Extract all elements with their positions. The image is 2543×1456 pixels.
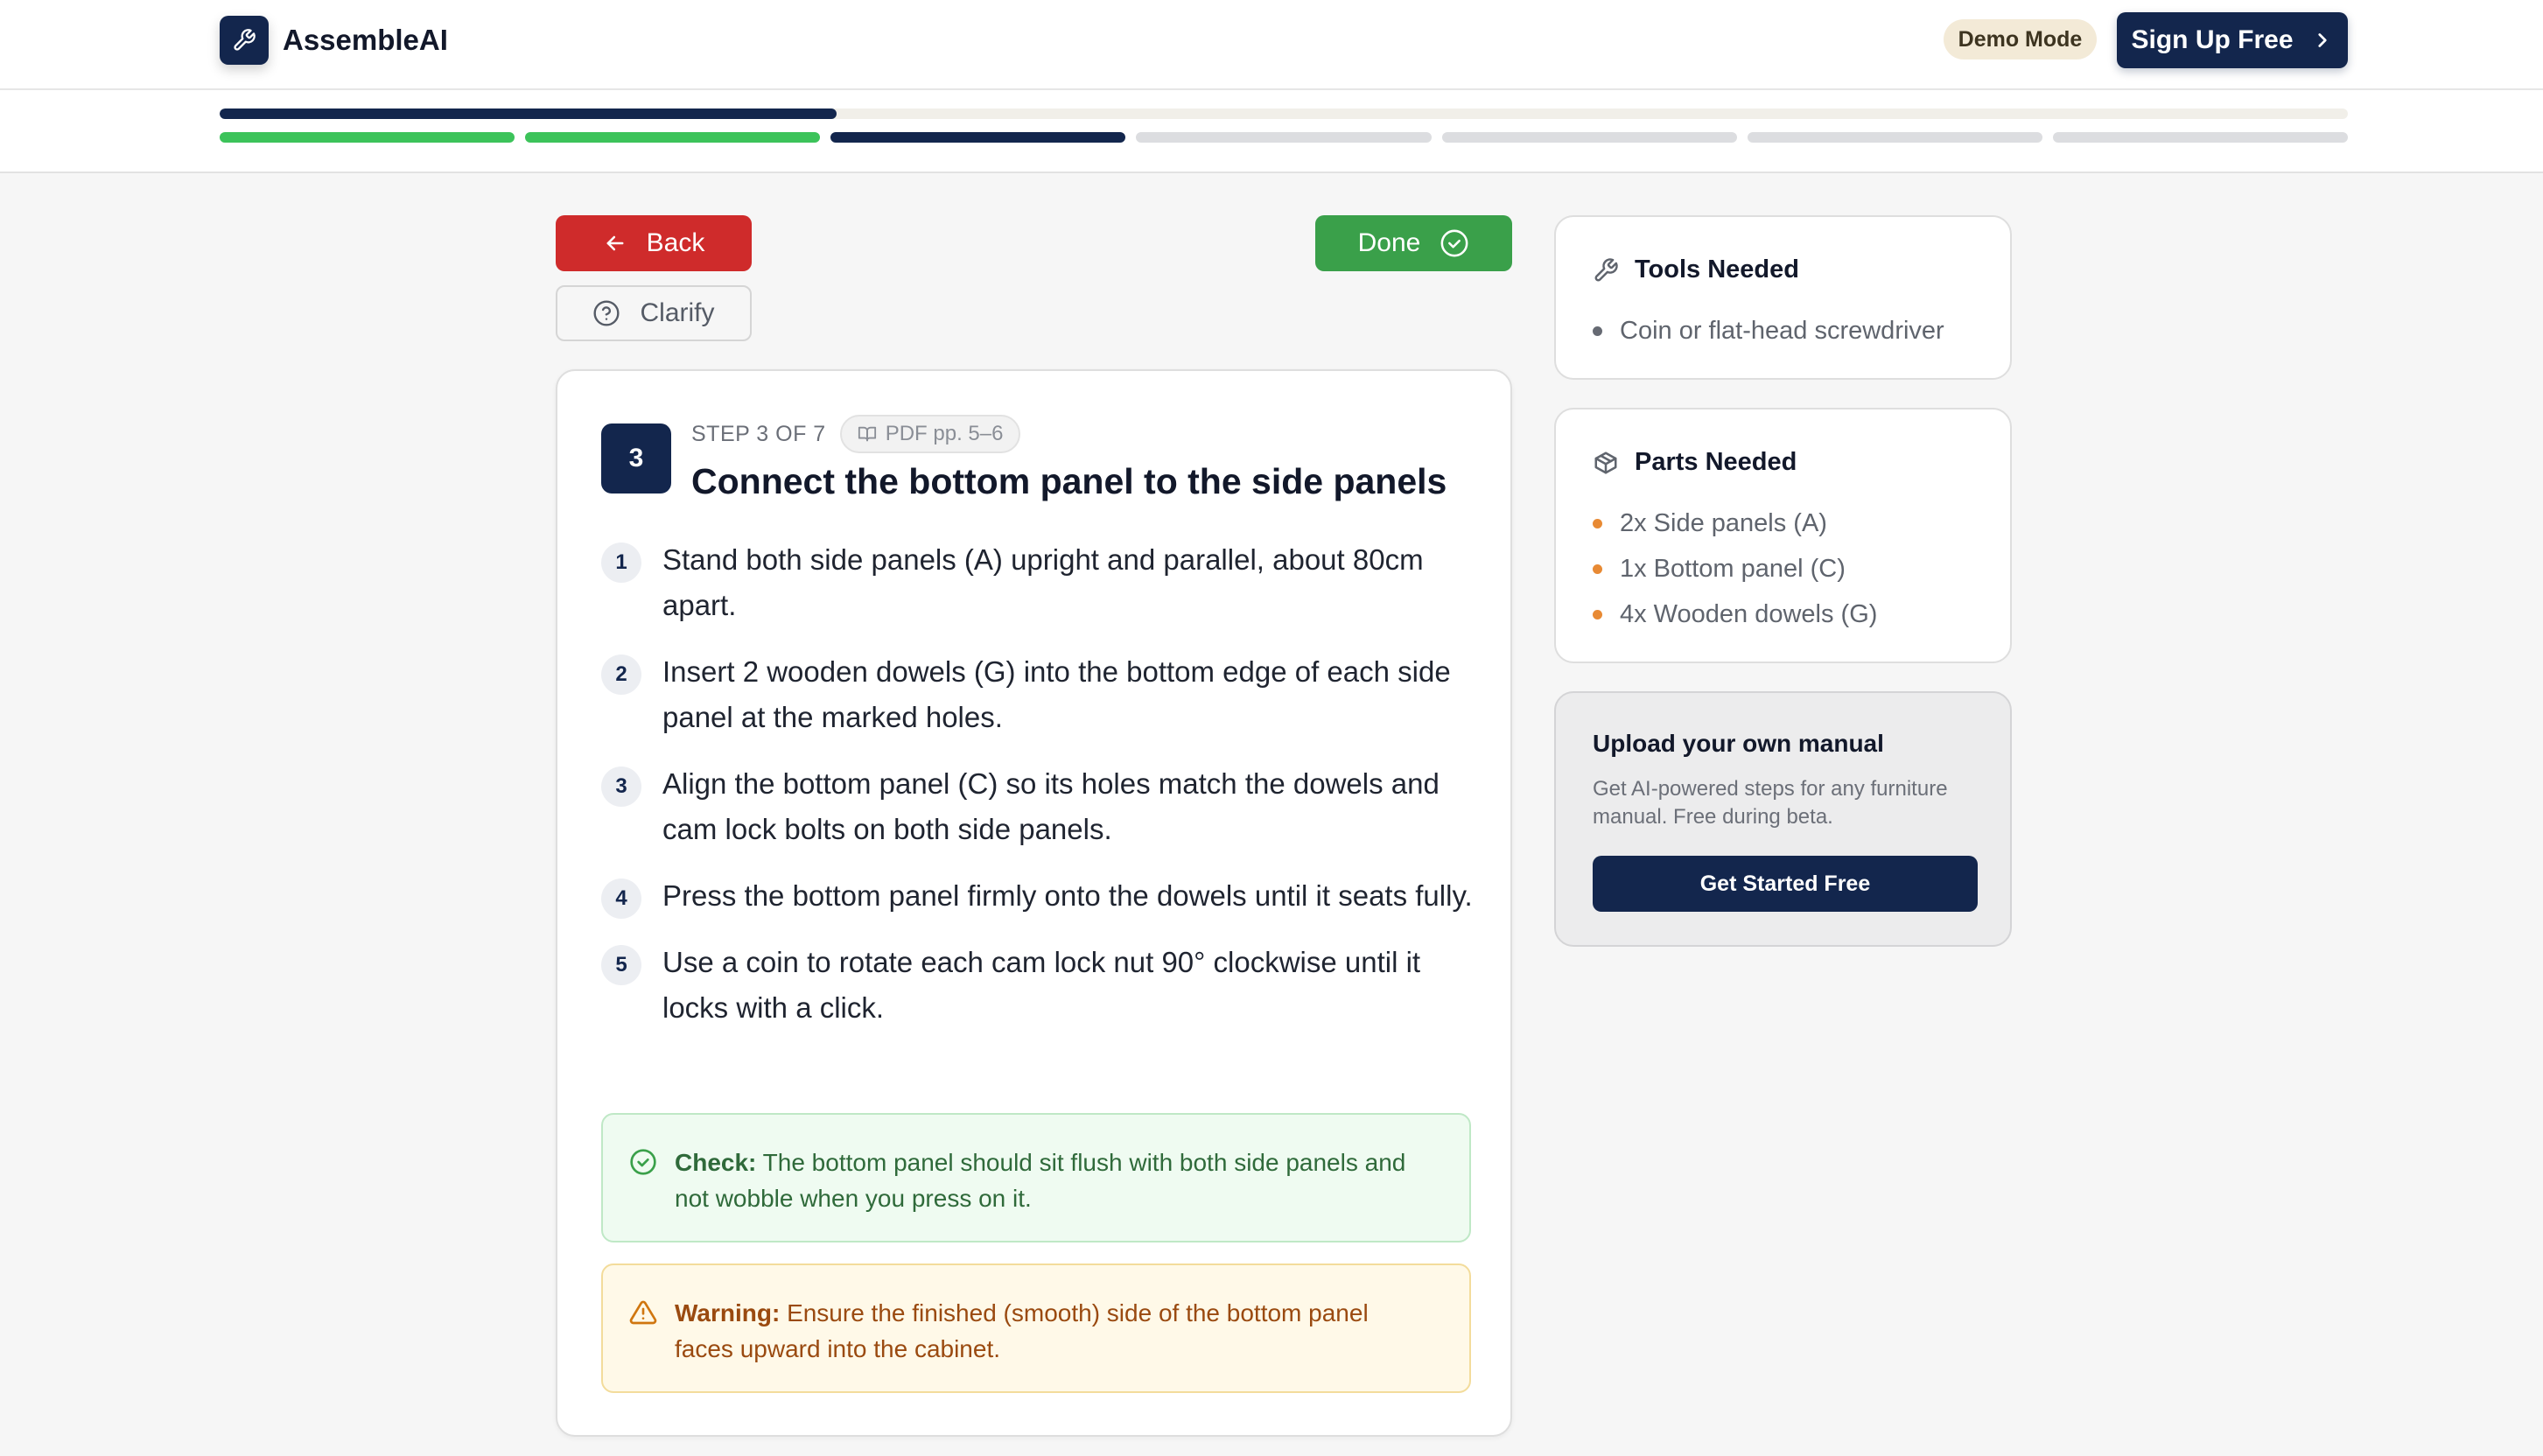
clarify-label: Clarify [640,298,715,327]
step-card: 3 STEP 3 OF 7 PDF pp. 5–6 Connect the bo… [556,369,1512,1437]
tools-heading: Tools Needed [1593,256,1799,284]
step-meta: STEP 3 OF 7 PDF pp. 5–6 [691,415,1021,453]
bullet-dot-icon [1593,609,1602,620]
warning-callout: Warning: Ensure the finished (smooth) si… [601,1264,1471,1393]
alert-triangle-icon [629,1300,657,1325]
wrench-icon [1594,257,1618,281]
book-open-icon [858,426,876,442]
check-circle-icon [630,1149,656,1175]
step-segment-7[interactable] [2052,132,2348,143]
step-segment-1[interactable] [220,132,515,143]
parts-item-label: 2x Side panels (A) [1620,508,1827,537]
parts-list: 2x Side panels (A) 1x Bottom panel (C) 4x … [1593,500,1877,637]
check-label: Check: [675,1149,757,1176]
step-segment-5[interactable] [1441,132,1737,143]
back-label: Back [646,228,705,257]
bullet-dot-icon [1593,518,1602,528]
instruction-item: 1 Stand both side panels (A) upright and … [601,537,1476,628]
top-header: AssembleAI Demo Mode Sign Up Free [0,0,2543,173]
step-label: STEP 3 OF 7 [691,421,826,446]
parts-list-item: 4x Wooden dowels (G) [1593,592,1877,637]
instruction-item: 3 Align the bottom panel (C) so its holes… [601,761,1476,852]
wrench-icon [234,29,256,51]
back-button[interactable]: Back [556,215,752,271]
parts-item-label: 4x Wooden dowels (G) [1620,599,1878,628]
header-divider [0,88,2543,90]
parts-needed-card: Parts Needed 2x Side panels (A) 1x Bottom… [1554,408,2012,663]
step-number-badge: 3 [601,424,671,494]
arrow-left-icon [606,235,624,251]
pdf-reference-label: PDF pp. 5–6 [885,422,1004,445]
check-circle-icon [1440,229,1468,257]
done-button[interactable]: Done [1315,215,1512,271]
help-circle-icon [593,300,620,326]
demo-mode-badge: Demo Mode [1944,19,2097,60]
step-progress-segments [220,132,2348,143]
instruction-number: 5 [601,945,641,985]
instruction-number: 3 [601,766,641,807]
instruction-number: 4 [601,878,641,919]
parts-title: Parts Needed [1635,448,1797,476]
instruction-number: 1 [601,542,641,583]
upload-description: Get AI-powered steps for any furniture m… [1593,777,1948,829]
upload-title: Upload your own manual [1593,730,1884,757]
parts-list-item: 2x Side panels (A) [1593,500,1877,546]
parts-heading: Parts Needed [1593,448,1797,477]
bullet-dot-icon [1593,564,1602,574]
tools-title: Tools Needed [1635,256,1799,284]
instruction-text: Stand both side panels (A) upright and p… [662,543,1424,621]
instruction-text: Press the bottom panel firmly onto the d… [662,879,1473,912]
step-segment-2[interactable] [525,132,821,143]
tools-item-label: Coin or flat-head screwdriver [1620,316,1944,345]
step-segment-4[interactable] [1136,132,1432,143]
pdf-reference-chip[interactable]: PDF pp. 5–6 [839,415,1021,453]
instruction-item: 5 Use a coin to rotate each cam lock nut … [601,940,1476,1031]
instruction-text: Insert 2 wooden dowels (G) into the bott… [662,655,1451,733]
instruction-text: Align the bottom panel (C) so its holes … [662,767,1440,845]
tools-list-item: Coin or flat-head screwdriver [1593,308,1944,354]
chevron-right-icon [2317,33,2327,47]
instruction-item: 2 Insert 2 wooden dowels (G) into the bot… [601,649,1476,740]
instruction-number: 2 [601,654,641,695]
done-label: Done [1357,228,1421,257]
clarify-button[interactable]: Clarify [556,285,752,341]
sign-up-button[interactable]: Sign Up Free [2117,12,2348,68]
package-icon [1594,452,1617,473]
app-name[interactable]: AssembleAI [283,21,448,60]
logo[interactable] [220,16,269,65]
step-segment-3[interactable] [830,132,1126,143]
sign-up-label: Sign Up Free [2131,25,2294,54]
instruction-list: 1 Stand both side panels (A) upright and … [601,537,1476,1052]
overall-progress-bar [220,108,2348,119]
parts-item-label: 1x Bottom panel (C) [1620,554,1846,583]
tools-list: Coin or flat-head screwdriver [1593,308,1944,354]
parts-list-item: 1x Bottom panel (C) [1593,546,1877,592]
check-text: The bottom panel should sit flush with b… [675,1149,1406,1212]
tools-needed-card: Tools Needed Coin or flat-head screwdriv… [1554,215,2012,380]
bullet-dot-icon [1593,326,1602,336]
overall-progress-fill [220,108,837,119]
step-title: Connect the bottom panel to the side pan… [691,461,1447,501]
instruction-text: Use a coin to rotate each cam lock nut 9… [662,946,1421,1024]
upload-manual-card: Upload your own manual Get AI-powered st… [1554,691,2012,947]
step-segment-6[interactable] [1747,132,2042,143]
get-started-button[interactable]: Get Started Free [1593,856,1978,912]
check-callout: Check: The bottom panel should sit flush… [601,1113,1471,1242]
warning-label: Warning: [675,1299,781,1326]
instruction-item: 4 Press the bottom panel firmly onto the … [601,873,1476,919]
